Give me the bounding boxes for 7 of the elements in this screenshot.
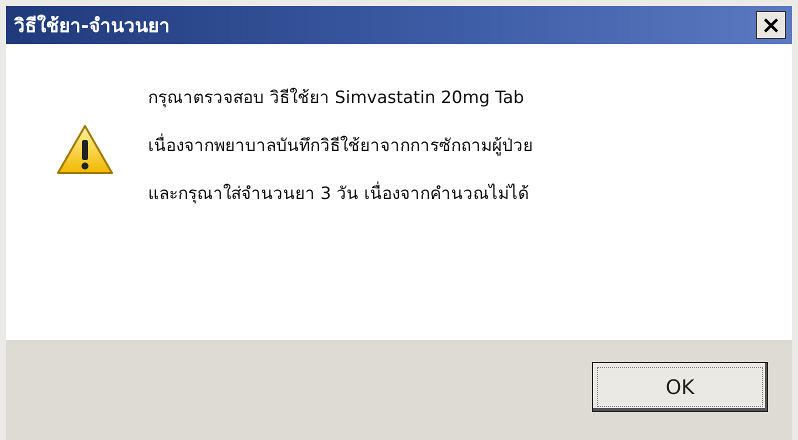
window-title: วิธีใช้ยา-จำนวนยา: [14, 14, 170, 39]
warning-icon: [56, 124, 114, 176]
message-text: กรุณาตรวจสอบ วิธีใช้ยา Simvastatin 20mg Tab: [148, 86, 526, 110]
ok-button[interactable]: OK: [592, 362, 768, 412]
message-text: เนื่องจากพยาบาลบันทึกวิธีใช้ยาจากการซักถามผู้ป่วย: [148, 134, 533, 158]
close-button[interactable]: ×: [756, 11, 786, 39]
message-text: และกรุณาใส่จำนวนยา 3 วัน เนื่องจากคำนวณไม่ได้: [148, 182, 533, 206]
